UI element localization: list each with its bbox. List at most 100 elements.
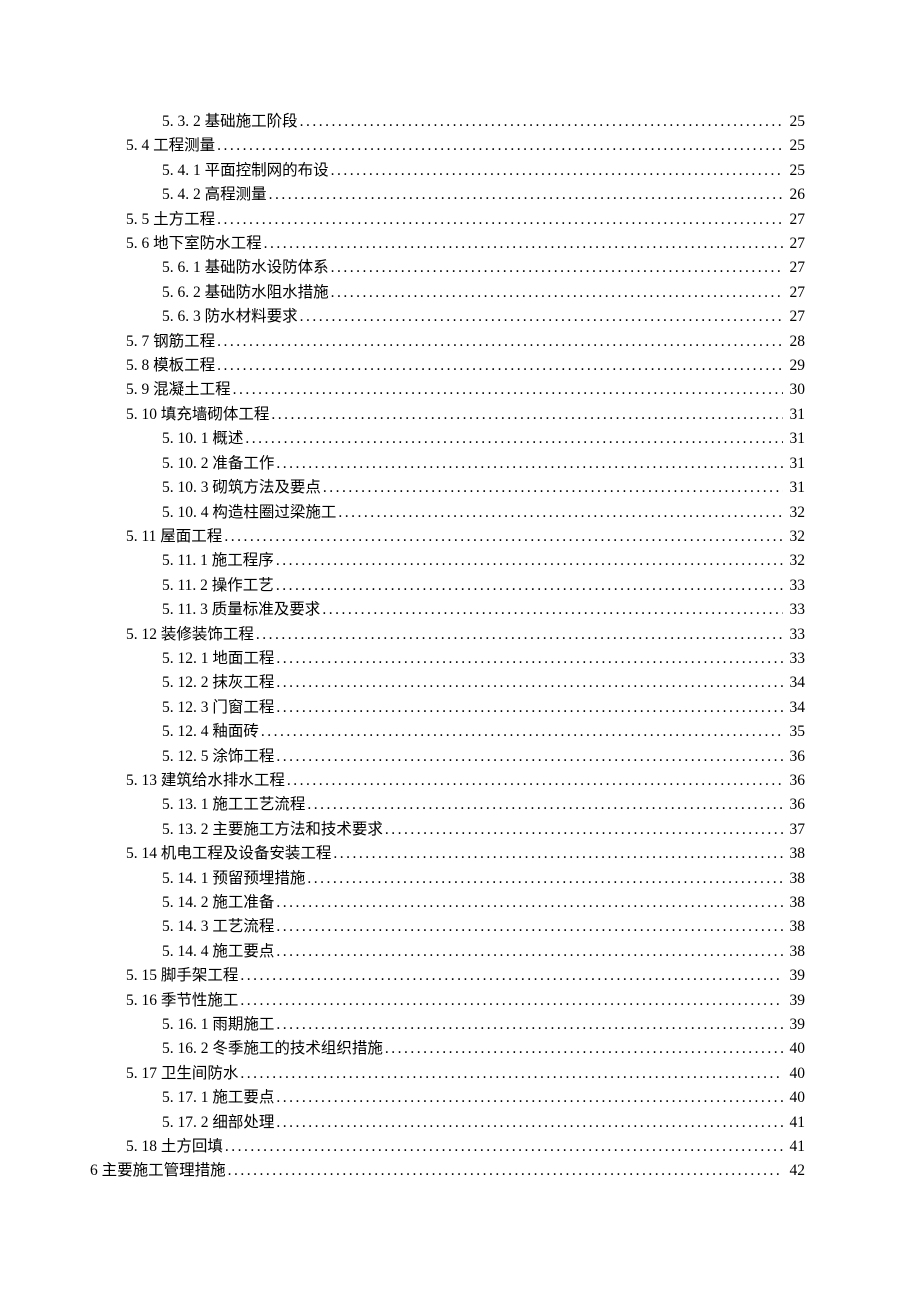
toc-entry: 5. 7 钢筋工程 28 — [90, 330, 805, 354]
toc-label: 5. 8 模板工程 — [126, 354, 215, 378]
toc-label: 5. 14. 3 工艺流程 — [162, 915, 274, 939]
toc-page-number: 28 — [783, 330, 805, 354]
toc-page-number: 31 — [783, 427, 805, 451]
toc-entry: 5. 12. 3 门窗工程 34 — [90, 696, 805, 720]
toc-leader-dots — [274, 940, 783, 964]
toc-entry: 5. 12. 1 地面工程 33 — [90, 647, 805, 671]
toc-label: 5. 16. 2 冬季施工的技术组织措施 — [162, 1037, 383, 1061]
toc-leader-dots — [262, 232, 783, 256]
toc-label: 5. 16. 1 雨期施工 — [162, 1013, 274, 1037]
toc-leader-dots — [274, 1111, 783, 1135]
toc-entry: 5. 12. 2 抹灰工程 34 — [90, 671, 805, 695]
toc-page-number: 26 — [783, 183, 805, 207]
toc-page-number: 38 — [783, 940, 805, 964]
toc-leader-dots — [267, 183, 783, 207]
toc-leader-dots — [222, 525, 783, 549]
toc-entry: 5. 13. 2 主要施工方法和技术要求37 — [90, 818, 805, 842]
toc-page-number: 33 — [783, 623, 805, 647]
toc-label: 5. 7 钢筋工程 — [126, 330, 215, 354]
toc-label: 5. 6. 3 防水材料要求 — [162, 305, 298, 329]
toc-leader-dots — [305, 793, 783, 817]
toc-page-number: 38 — [783, 915, 805, 939]
toc-entry: 5. 13 建筑给水排水工程36 — [90, 769, 805, 793]
toc-leader-dots — [238, 989, 783, 1013]
toc-label: 5. 17. 2 细部处理 — [162, 1111, 274, 1135]
toc-entry: 5. 16. 2 冬季施工的技术组织措施40 — [90, 1037, 805, 1061]
toc-page-number: 32 — [783, 501, 805, 525]
toc-page-number: 39 — [783, 1013, 805, 1037]
toc-page-number: 29 — [783, 354, 805, 378]
toc-leader-dots — [321, 476, 783, 500]
toc-entry: 5. 10 填充墙砌体工程31 — [90, 403, 805, 427]
toc-label: 5. 13. 1 施工工艺流程 — [162, 793, 305, 817]
toc-page-number: 25 — [783, 159, 805, 183]
toc-label: 5. 4 工程测量 — [126, 134, 215, 158]
toc-leader-dots — [331, 842, 783, 866]
toc-label: 6 主要施工管理措施 — [90, 1159, 226, 1183]
toc-leader-dots — [285, 769, 783, 793]
toc-page-number: 33 — [783, 598, 805, 622]
toc-label: 5. 12. 2 抹灰工程 — [162, 671, 274, 695]
toc-label: 5. 12 装修装饰工程 — [126, 623, 254, 647]
toc-entry: 5. 9 混凝土工程 30 — [90, 378, 805, 402]
toc-page-number: 38 — [783, 891, 805, 915]
toc-entry: 5. 18 土方回填41 — [90, 1135, 805, 1159]
toc-page-number: 27 — [783, 305, 805, 329]
toc-entry: 5. 16 季节性施工39 — [90, 989, 805, 1013]
toc-label: 5. 14. 2 施工准备 — [162, 891, 274, 915]
toc-entry: 5. 14. 3 工艺流程 38 — [90, 915, 805, 939]
toc-leader-dots — [274, 745, 783, 769]
toc-label: 5. 12. 4 釉面砖 — [162, 720, 259, 744]
toc-leader-dots — [215, 208, 783, 232]
toc-page-number: 27 — [783, 281, 805, 305]
toc-label: 5. 5 土方工程 — [126, 208, 215, 232]
toc-leader-dots — [274, 1086, 783, 1110]
toc-page-number: 34 — [783, 671, 805, 695]
toc-label: 5. 12. 3 门窗工程 — [162, 696, 274, 720]
toc-label: 5. 11 屋面工程 — [126, 525, 222, 549]
toc-label: 5. 6. 1 基础防水设防体系 — [162, 256, 329, 280]
toc-page-number: 32 — [783, 549, 805, 573]
toc-page-number: 38 — [783, 867, 805, 891]
toc-entry: 5. 6. 3 防水材料要求 27 — [90, 305, 805, 329]
toc-page-number: 37 — [783, 818, 805, 842]
toc-entry: 5. 12. 4 釉面砖35 — [90, 720, 805, 744]
toc-label: 5. 18 土方回填 — [126, 1135, 223, 1159]
toc-leader-dots — [243, 427, 783, 451]
toc-page-number: 40 — [783, 1086, 805, 1110]
toc-leader-dots — [231, 378, 783, 402]
toc-entry: 5. 8 模板工程 29 — [90, 354, 805, 378]
toc-page-number: 39 — [783, 989, 805, 1013]
toc-leader-dots — [238, 964, 783, 988]
toc-page-number: 33 — [783, 647, 805, 671]
toc-label: 5. 12. 5 涂饰工程 — [162, 745, 274, 769]
toc-page-number: 34 — [783, 696, 805, 720]
toc-page-number: 36 — [783, 793, 805, 817]
toc-label: 5. 11. 3 质量标准及要求 — [162, 598, 320, 622]
toc-leader-dots — [274, 915, 783, 939]
toc-label: 5. 3. 2 基础施工阶段 — [162, 110, 298, 134]
toc-page-number: 25 — [783, 134, 805, 158]
toc-entry: 5. 11. 3 质量标准及要求 33 — [90, 598, 805, 622]
toc-label: 5. 10. 2 准备工作 — [162, 452, 274, 476]
toc-entry: 5. 15 脚手架工程39 — [90, 964, 805, 988]
toc-label: 5. 14. 4 施工要点 — [162, 940, 274, 964]
toc-leader-dots — [320, 598, 783, 622]
toc-leader-dots — [329, 256, 783, 280]
toc-entry: 5. 13. 1 施工工艺流程 36 — [90, 793, 805, 817]
toc-label: 5. 14 机电工程及设备安装工程 — [126, 842, 331, 866]
toc-leader-dots — [305, 867, 783, 891]
toc-entry: 5. 3. 2 基础施工阶段25 — [90, 110, 805, 134]
toc-page-number: 42 — [783, 1159, 805, 1183]
toc-leader-dots — [274, 452, 783, 476]
toc-leader-dots — [329, 281, 783, 305]
toc-page-number: 41 — [783, 1111, 805, 1135]
toc-page-number: 27 — [783, 208, 805, 232]
toc-label: 5. 17. 1 施工要点 — [162, 1086, 274, 1110]
toc-page-number: 33 — [783, 574, 805, 598]
toc-entry: 5. 11. 1 施工程序32 — [90, 549, 805, 573]
toc-entry: 5. 16. 1 雨期施工 39 — [90, 1013, 805, 1037]
toc-page-number: 36 — [783, 745, 805, 769]
toc-entry: 5. 10. 4 构造柱圈过梁施工 32 — [90, 501, 805, 525]
toc-entry: 5. 6. 2 基础防水阻水措施27 — [90, 281, 805, 305]
